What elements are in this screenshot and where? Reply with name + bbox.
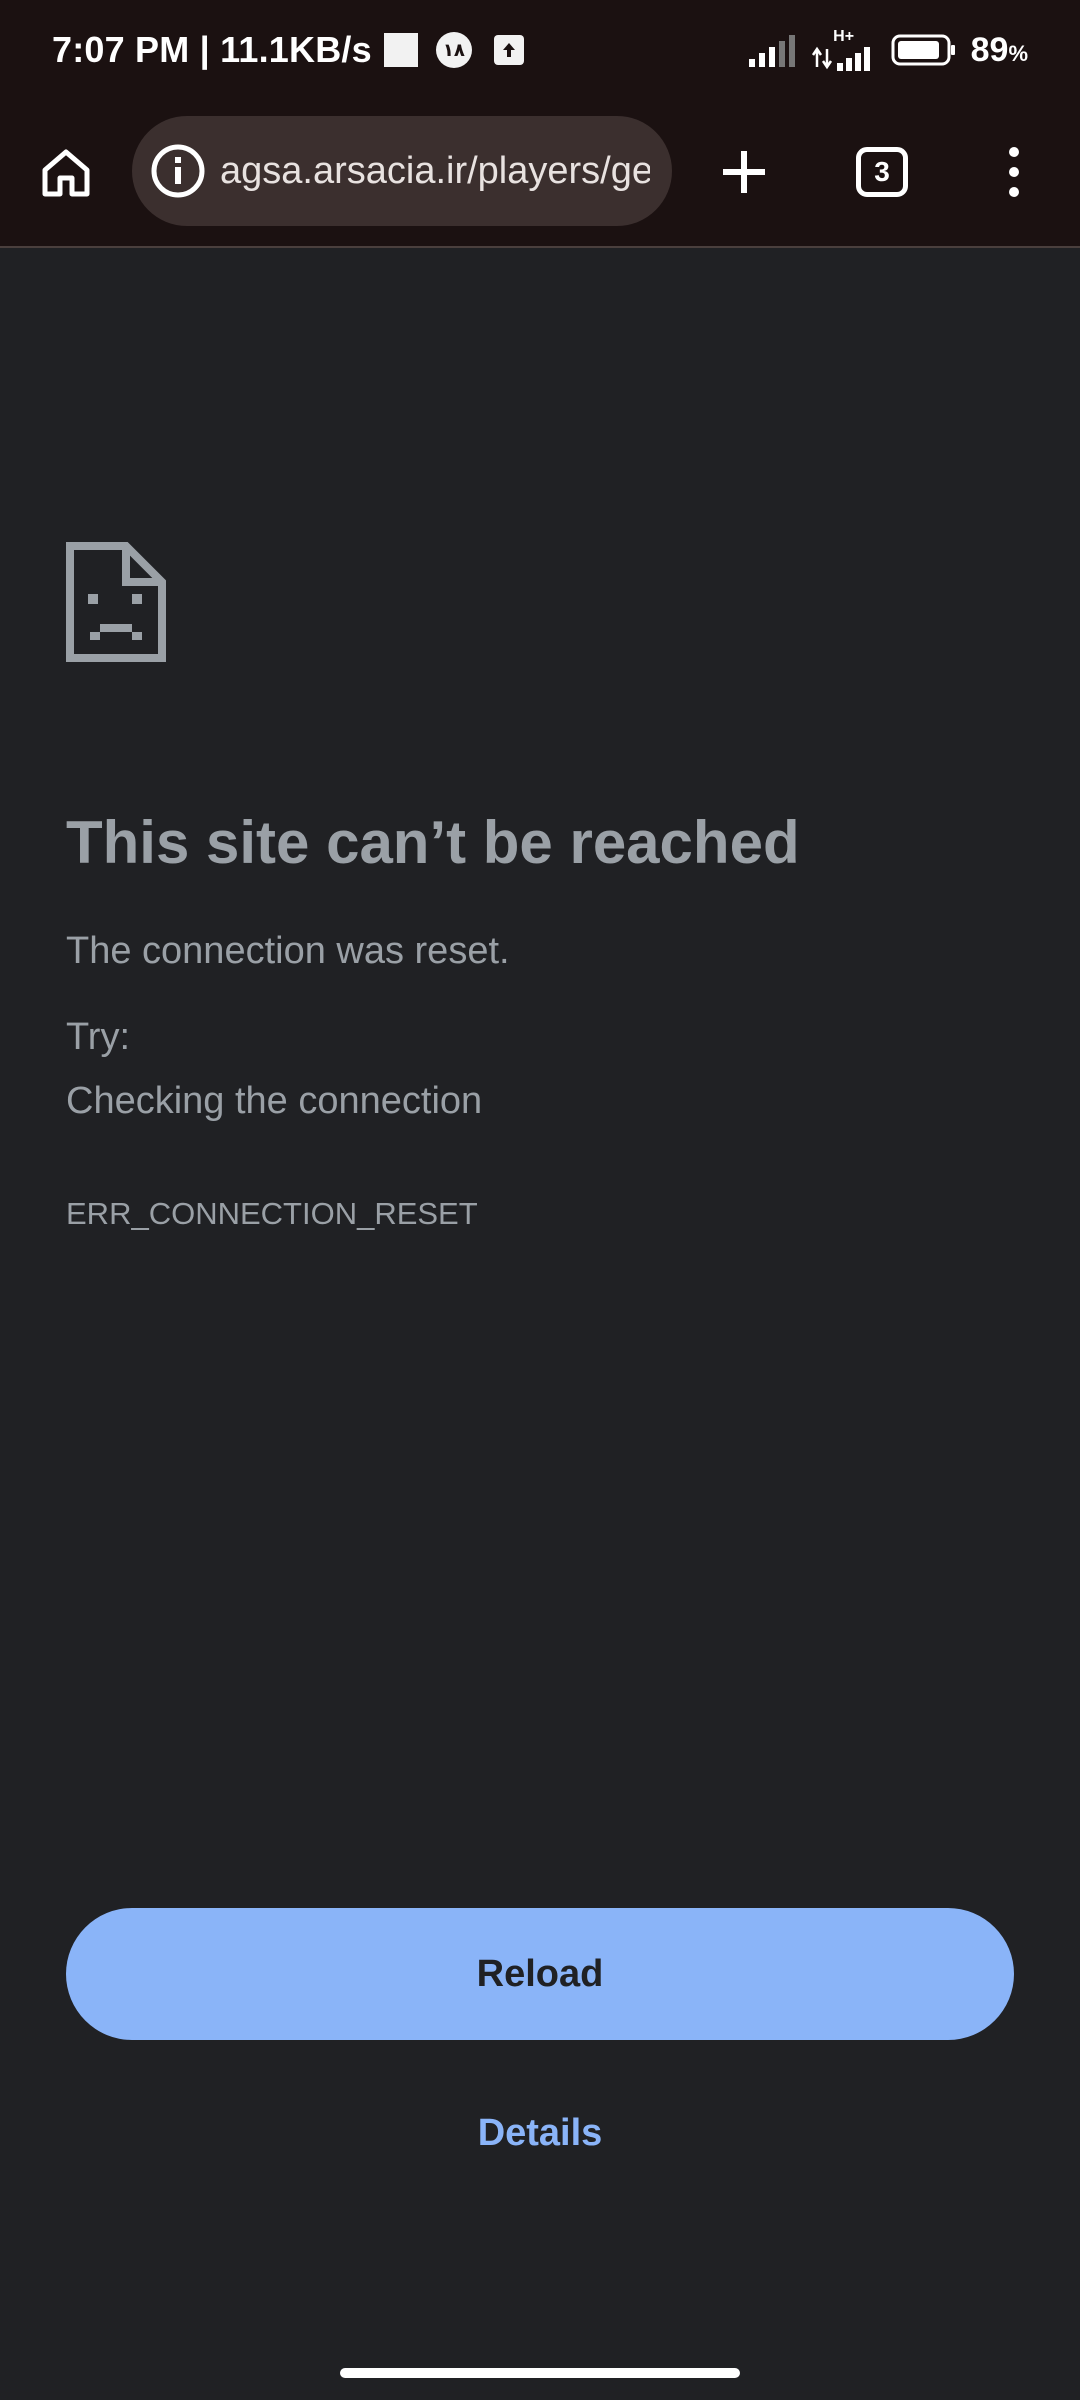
upload-icon [493, 35, 524, 65]
more-vert-icon [1009, 147, 1019, 197]
tab-count: 3 [874, 156, 890, 187]
url-text[interactable]: agsa.arsacia.ir/players/ge [220, 150, 650, 193]
notification-badge: ۱۸ [435, 32, 472, 68]
suggestion-item: Checking the connection [66, 1080, 483, 1122]
battery-percent-unit: % [1008, 40, 1028, 66]
network-type-label: H+ [833, 28, 855, 45]
status-left: 7:07 PM | 11.1KB/s ۱۸ [52, 29, 524, 71]
tab-switcher-button[interactable]: 3 [846, 136, 918, 208]
sad-page-icon [66, 542, 166, 662]
reload-button[interactable]: Reload [66, 1908, 1014, 2040]
tabs-icon: 3 [856, 147, 908, 197]
signal-icon [748, 35, 795, 67]
error-description: The connection was reset. [66, 930, 510, 972]
info-icon[interactable] [148, 141, 208, 201]
battery-percent-value: 89 [970, 30, 1009, 69]
battery-percent: 89% [971, 31, 1028, 70]
details-button: Details [0, 2112, 1080, 2155]
menu-button[interactable] [978, 136, 1050, 208]
browser-toolbar: agsa.arsacia.ir/players/ge 3 [0, 100, 1080, 248]
error-headline: This site can’t be reached [66, 809, 800, 876]
notification-square-icon [383, 33, 418, 67]
home-icon [42, 149, 90, 197]
omnibox[interactable]: agsa.arsacia.ir/players/ge [132, 116, 672, 226]
network-type-icon: H+ [811, 29, 877, 71]
status-right: H+ 89% [747, 29, 1028, 71]
details-link[interactable]: Details [478, 2112, 603, 2154]
home-indicator[interactable] [340, 2368, 740, 2378]
new-tab-button[interactable] [708, 136, 780, 208]
plus-icon [723, 151, 765, 193]
home-button[interactable] [30, 136, 102, 208]
error-code: ERR_CONNECTION_RESET [66, 1196, 478, 1231]
battery-icon [891, 34, 955, 66]
try-label: Try: [66, 1016, 131, 1058]
status-time: 7:07 PM | 11.1KB/s [52, 29, 372, 70]
status-bar: 7:07 PM | 11.1KB/s ۱۸ H+ 89% [0, 0, 1080, 100]
